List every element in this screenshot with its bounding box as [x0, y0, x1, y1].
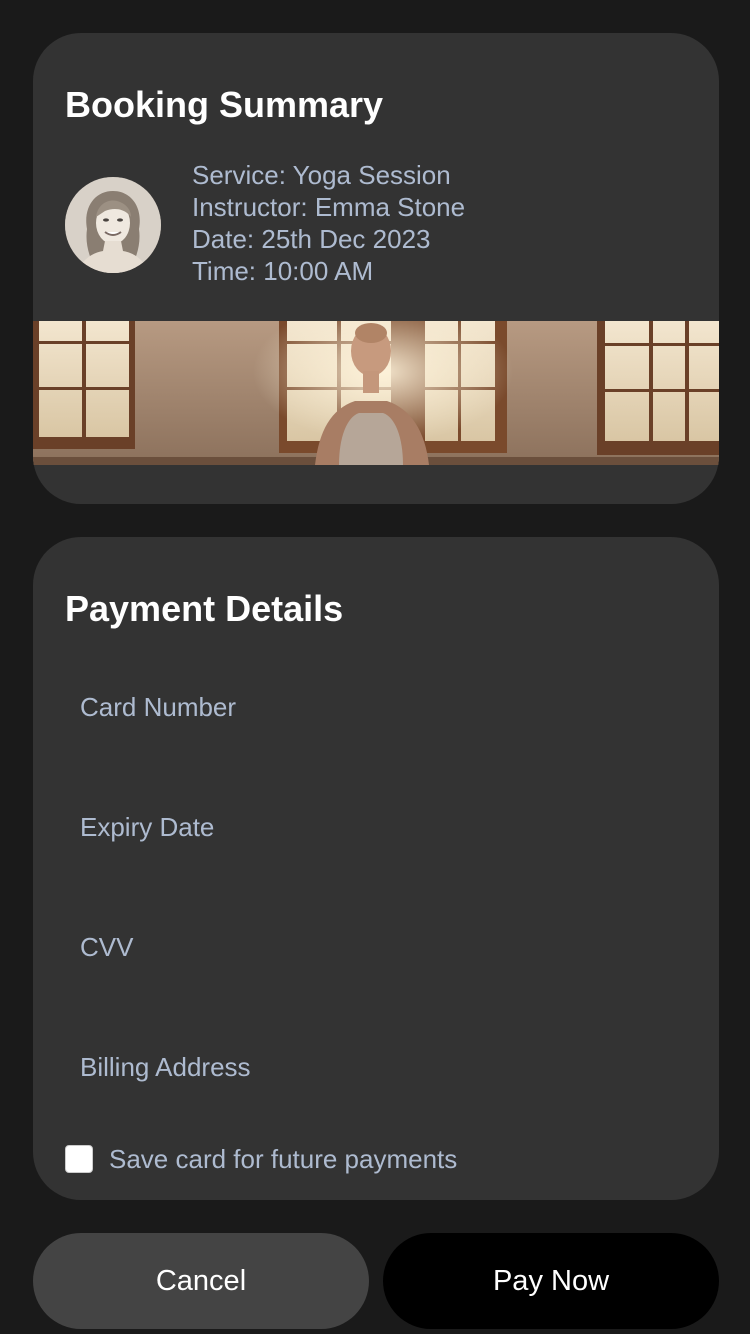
date-text: Date: 25th Dec 2023 [192, 224, 431, 254]
card-number-field[interactable]: Card Number [80, 691, 236, 723]
booking-details: Service: Yoga Session Instructor: Emma S… [192, 159, 465, 287]
yoga-studio-photo [33, 321, 719, 465]
expiry-date-field[interactable]: Expiry Date [80, 811, 214, 843]
billing-address-field[interactable]: Billing Address [80, 1051, 251, 1083]
time-text: Time: 10:00 AM [192, 256, 374, 286]
cancel-button[interactable]: Cancel [33, 1233, 369, 1329]
instructor-text: Instructor: Emma Stone [192, 192, 466, 222]
booking-summary-card: Booking Summary Service: Yoga Session In… [33, 33, 719, 504]
payment-details-title: Payment Details [65, 588, 344, 629]
pay-now-button[interactable]: Pay Now [383, 1233, 719, 1329]
booking-payment-screen: Booking Summary Service: Yoga Session In… [0, 0, 750, 1334]
booking-summary-title: Booking Summary [65, 84, 384, 125]
yoga-banner-image [33, 321, 719, 465]
save-card-checkbox[interactable] [65, 1145, 93, 1173]
instructor-avatar [65, 177, 161, 273]
save-card-label: Save card for future payments [109, 1144, 458, 1174]
payment-details-card: Payment Details Card Number Expiry Date … [33, 537, 719, 1200]
service-text: Service: Yoga Session [192, 160, 451, 190]
cvv-field[interactable]: CVV [80, 931, 133, 963]
save-card-option[interactable]: Save card for future payments [65, 1143, 457, 1175]
instructor-portrait-image [65, 177, 161, 273]
